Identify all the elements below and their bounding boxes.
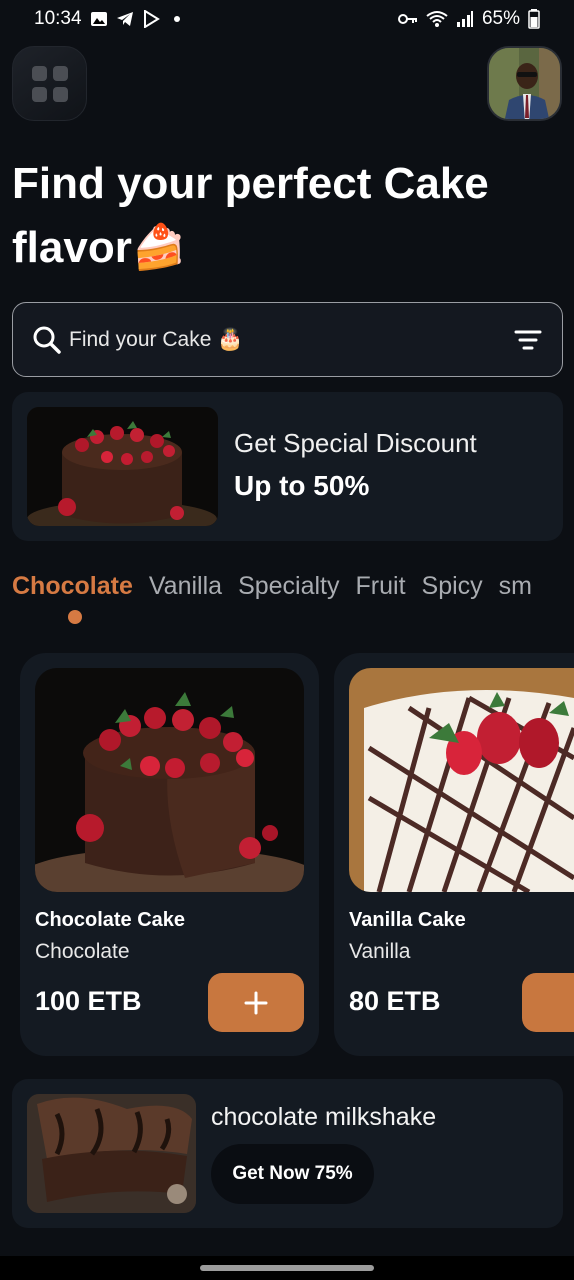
tab-chocolate[interactable]: Chocolate xyxy=(12,572,133,632)
home-gesture-bar[interactable] xyxy=(200,1265,374,1271)
product-price: 80 ETB xyxy=(349,986,441,1016)
search-icon xyxy=(33,326,61,354)
vanilla-cake-image xyxy=(349,668,574,892)
filter-icon[interactable] xyxy=(512,324,544,356)
avatar[interactable] xyxy=(487,46,562,121)
battery-percent: 65% xyxy=(481,8,520,29)
search-bar[interactable]: Find your Cake 🎂 xyxy=(12,302,563,377)
header xyxy=(12,46,562,122)
milkshake-image xyxy=(27,1094,196,1213)
play-store-icon xyxy=(143,10,160,28)
discount-banner[interactable]: Get Special Discount Up to 50% xyxy=(12,392,563,541)
promo-discount: Up to 50% xyxy=(234,470,370,501)
tab-label: Spicy xyxy=(421,572,483,600)
product-card[interactable]: Vanilla Cake Vanilla 80 ETB xyxy=(334,653,574,1056)
product-name: Chocolate Cake xyxy=(35,909,186,931)
page-title: Find your perfect Cake flavor🍰 xyxy=(12,159,489,272)
tab-fruit[interactable]: Fruit xyxy=(356,572,406,632)
chocolate-cake-image xyxy=(35,668,304,892)
product-category: Chocolate xyxy=(35,940,130,963)
get-now-button[interactable]: Get Now 75% xyxy=(211,1144,374,1204)
tab-specialty[interactable]: Specialty xyxy=(238,572,339,632)
battery-icon xyxy=(528,9,540,29)
product-category: Vanilla xyxy=(349,940,411,963)
telegram-icon xyxy=(116,12,133,26)
gallery-icon xyxy=(90,12,107,26)
product-card[interactable]: Chocolate Cake Chocolate 100 ETB xyxy=(20,653,319,1056)
notification-dot-icon xyxy=(173,16,180,22)
wifi-icon xyxy=(426,11,448,27)
active-tab-indicator xyxy=(68,610,82,624)
category-tabs: Chocolate Vanilla Specialty Fruit Spicy … xyxy=(12,572,574,632)
add-to-cart-button[interactable] xyxy=(522,973,574,1032)
milkshake-banner[interactable]: chocolate milkshake Get Now 75% xyxy=(12,1079,563,1228)
plus-icon xyxy=(244,991,268,1014)
status-bar: 10:34 65% xyxy=(0,0,574,38)
product-price: 100 ETB xyxy=(35,986,142,1016)
tab-label: Specialty xyxy=(238,572,340,600)
promo-title: Get Special Discount xyxy=(234,428,477,458)
tab-label: Vanilla xyxy=(148,572,223,600)
promo-cake-image xyxy=(27,407,218,526)
add-to-cart-button[interactable] xyxy=(208,973,304,1032)
menu-button[interactable] xyxy=(12,46,87,121)
grid-icon xyxy=(31,65,68,102)
tab-sm[interactable]: sm xyxy=(499,572,532,632)
tab-label: Chocolate xyxy=(12,572,133,600)
signal-icon xyxy=(456,11,473,27)
tab-spicy[interactable]: Spicy xyxy=(422,572,483,632)
search-input[interactable]: Find your Cake 🎂 xyxy=(69,328,512,352)
milkshake-title: chocolate milkshake xyxy=(211,1103,437,1131)
profile-photo xyxy=(489,48,560,119)
status-time: 10:34 xyxy=(34,8,82,29)
tab-vanilla[interactable]: Vanilla xyxy=(149,572,222,632)
tab-label: sm xyxy=(498,572,532,600)
key-icon xyxy=(397,14,417,24)
product-name: Vanilla Cake xyxy=(349,909,466,931)
tab-label: Fruit xyxy=(355,572,406,600)
